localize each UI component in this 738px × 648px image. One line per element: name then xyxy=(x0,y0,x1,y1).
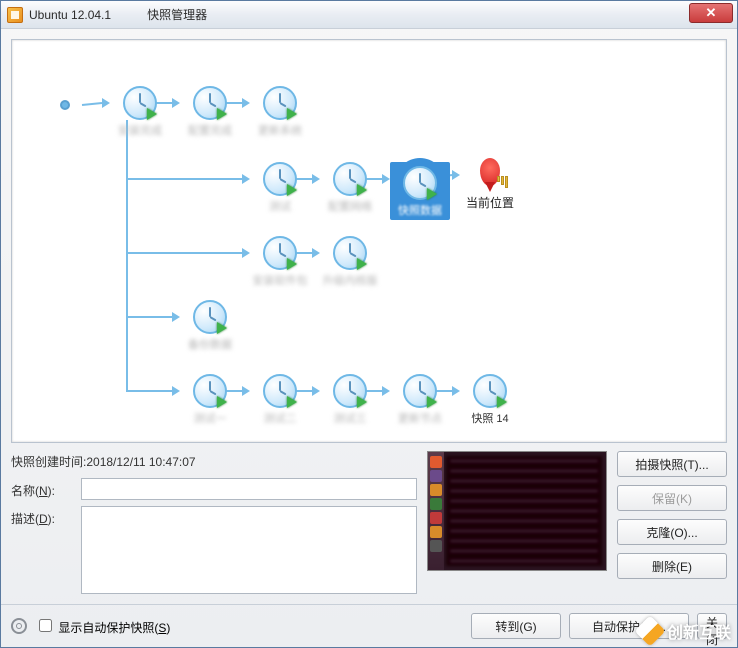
autoprotect-button[interactable]: 自动保护(A)... xyxy=(569,613,689,639)
keep-button[interactable]: 保留(K) xyxy=(617,485,727,511)
content-area: 安装完成配置完成更新系统测试配置网络快照数据当前位置安装软件包升级内核版备份数据… xyxy=(1,29,737,604)
snapshot-thumbnail xyxy=(427,451,607,571)
thumbnail-terminal xyxy=(446,456,602,566)
snapshot-node[interactable]: 快照 14 xyxy=(460,374,520,426)
detail-area: 快照创建时间:2018/12/11 10:47:07 名称(N): 描述(D): xyxy=(11,451,727,594)
snapshot-manager-window: Ubuntu 12.04.1 快照管理器 ✕ 安装完成配置完成更新系统测试配置网… xyxy=(0,0,738,648)
clone-button[interactable]: 克隆(O)... xyxy=(617,519,727,545)
snapshot-label: 测试二 xyxy=(250,410,310,426)
snapshot-node[interactable]: 更新系统 xyxy=(250,86,310,138)
clock-icon xyxy=(193,300,227,334)
bottom-bar: 显示自动保护快照(S) 转到(G) 自动保护(A)... 关闭 xyxy=(1,604,737,647)
app-icon xyxy=(7,7,23,23)
clock-icon xyxy=(263,162,297,196)
snapshot-node[interactable]: 测试 xyxy=(250,162,310,214)
clock-icon xyxy=(333,374,367,408)
snapshot-label: 备份数据 xyxy=(180,336,240,352)
snapshot-label: 更新节点 xyxy=(390,410,450,426)
current-position-marker[interactable]: 当前位置 xyxy=(460,158,520,211)
snapshot-label: 测试 xyxy=(250,198,310,214)
clock-icon xyxy=(403,374,437,408)
pin-icon xyxy=(480,158,500,186)
clock-icon xyxy=(263,236,297,270)
name-label: 名称(N): xyxy=(11,478,71,499)
description-input[interactable] xyxy=(81,506,417,594)
delete-button[interactable]: 删除(E) xyxy=(617,553,727,579)
clock-icon xyxy=(193,374,227,408)
detail-form: 快照创建时间:2018/12/11 10:47:07 名称(N): 描述(D): xyxy=(11,451,417,594)
snapshot-node[interactable]: 安装完成 xyxy=(110,86,170,138)
snapshot-node[interactable]: 配置网络 xyxy=(320,162,380,214)
root-node[interactable] xyxy=(60,100,70,110)
snapshot-node[interactable]: 测试二 xyxy=(250,374,310,426)
clock-icon xyxy=(333,162,367,196)
snapshot-label: 快照数据 xyxy=(390,202,450,218)
clock-icon xyxy=(473,374,507,408)
description-label: 描述(D): xyxy=(11,506,71,527)
clock-icon xyxy=(123,86,157,120)
snapshot-node[interactable]: 测试一 xyxy=(180,374,240,426)
clock-icon xyxy=(333,236,367,270)
snapshot-node[interactable]: 配置完成 xyxy=(180,86,240,138)
clock-icon xyxy=(263,374,297,408)
snapshot-label: 升级内核版 xyxy=(320,272,380,288)
snapshot-label: 更新系统 xyxy=(250,122,310,138)
clock-icon xyxy=(263,86,297,120)
creation-time-line: 快照创建时间:2018/12/11 10:47:07 xyxy=(11,451,417,472)
clock-icon xyxy=(403,166,437,200)
snapshot-tree-canvas: 安装完成配置完成更新系统测试配置网络快照数据当前位置安装软件包升级内核版备份数据… xyxy=(12,40,726,442)
snapshot-node[interactable]: 快照数据 xyxy=(390,162,450,220)
creation-time-value: 2018/12/11 10:47:07 xyxy=(86,455,195,469)
snapshot-label: 测试一 xyxy=(180,410,240,426)
show-autoprotect-checkbox-label[interactable]: 显示自动保护快照(S) xyxy=(35,616,170,636)
snapshot-node[interactable]: 安装软件包 xyxy=(250,236,310,288)
titlebar[interactable]: Ubuntu 12.04.1 快照管理器 ✕ xyxy=(1,1,737,29)
snapshot-node[interactable]: 升级内核版 xyxy=(320,236,380,288)
clock-icon xyxy=(193,86,227,120)
gear-icon[interactable] xyxy=(11,618,27,634)
snapshot-node[interactable]: 测试三 xyxy=(320,374,380,426)
snapshot-label: 安装完成 xyxy=(110,122,170,138)
thumbnail-launcher xyxy=(428,452,444,570)
take-snapshot-button[interactable]: 拍摄快照(T)... xyxy=(617,451,727,477)
snapshot-label: 安装软件包 xyxy=(250,272,310,288)
goto-button[interactable]: 转到(G) xyxy=(471,613,561,639)
snapshot-node[interactable]: 更新节点 xyxy=(390,374,450,426)
snapshot-node[interactable]: 备份数据 xyxy=(180,300,240,352)
close-dialog-button[interactable]: 关闭 xyxy=(697,613,727,639)
window-title: Ubuntu 12.04.1 快照管理器 xyxy=(29,6,207,23)
show-autoprotect-checkbox[interactable] xyxy=(39,619,52,632)
current-position-label: 当前位置 xyxy=(460,194,520,211)
action-buttons: 拍摄快照(T)... 保留(K) 克隆(O)... 删除(E) xyxy=(617,451,727,594)
snapshot-label: 测试三 xyxy=(320,410,380,426)
close-button[interactable]: ✕ xyxy=(689,3,733,23)
creation-time-label: 快照创建时间: xyxy=(11,455,86,469)
snapshot-label: 配置网络 xyxy=(320,198,380,214)
snapshot-label: 快照 14 xyxy=(460,410,520,426)
snapshot-label: 配置完成 xyxy=(180,122,240,138)
snapshot-tree-panel[interactable]: 安装完成配置完成更新系统测试配置网络快照数据当前位置安装软件包升级内核版备份数据… xyxy=(11,39,727,443)
name-input[interactable] xyxy=(81,478,417,500)
